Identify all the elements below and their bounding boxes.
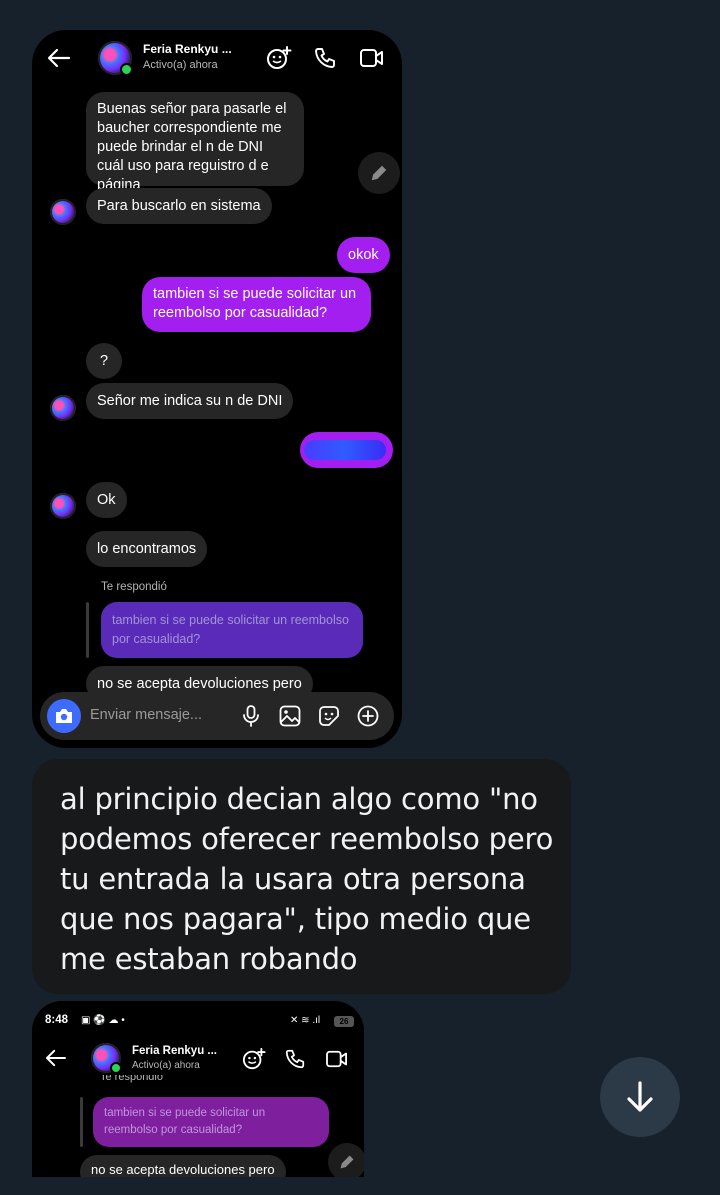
contact-name[interactable]: Feria Renkyu ... — [143, 42, 232, 56]
back-arrow-icon[interactable] — [44, 44, 74, 72]
sticker-icon[interactable] — [317, 704, 341, 728]
gallery-icon[interactable] — [278, 704, 302, 728]
chat-screenshot-1[interactable]: Feria Renkyu ... Activo(a) ahora Buenas … — [32, 30, 402, 748]
message-composer[interactable]: Enviar mensaje... — [40, 692, 394, 740]
signal-icons: ✕ ≋ .ıl — [290, 1015, 321, 1026]
reply-line — [86, 602, 89, 658]
contact-status: Activo(a) ahora — [143, 59, 218, 71]
reply-quote[interactable]: tambien si se puede solicitar un reembol… — [93, 1097, 329, 1147]
message-incoming[interactable]: Buenas señor para pasarle el baucher cor… — [86, 92, 304, 193]
message-outgoing[interactable]: tambien si se puede solicitar un reembol… — [142, 277, 371, 332]
add-icon[interactable] — [356, 704, 380, 728]
camera-icon[interactable] — [47, 699, 81, 733]
notification-icons: ▣ ⚽ ☁ • — [81, 1015, 125, 1026]
reply-label: Te respondió — [100, 1075, 163, 1083]
phone-icon[interactable] — [311, 44, 339, 72]
battery-indicator: 26 — [334, 1016, 354, 1027]
message-outgoing-redacted[interactable] — [300, 432, 393, 468]
message-incoming[interactable]: ? — [86, 343, 123, 379]
chat-header: Feria Renkyu ... Activo(a) ahora — [32, 30, 402, 90]
status-time: 8:48 — [45, 1014, 69, 1026]
scroll-to-bottom-button[interactable] — [600, 1057, 680, 1137]
arrow-down-icon — [624, 1080, 656, 1114]
video-call-icon[interactable] — [323, 1046, 351, 1072]
phone-icon[interactable] — [282, 1046, 308, 1072]
reply-label: Te respondió — [101, 581, 167, 593]
contact-avatar-small — [50, 493, 76, 519]
back-arrow-icon[interactable] — [43, 1046, 69, 1070]
video-call-icon[interactable] — [357, 44, 387, 72]
contact-status: Activo(a) ahora — [132, 1060, 200, 1071]
message-incoming[interactable]: Señor me indica su n de DNI — [86, 383, 294, 419]
reply-line — [80, 1097, 83, 1147]
online-indicator — [120, 63, 133, 76]
online-indicator — [110, 1062, 122, 1074]
chat-screenshot-2[interactable]: 8:48 ▣ ⚽ ☁ • ✕ ≋ .ıl 26 Feria Renkyu ...… — [32, 1001, 364, 1177]
caption-text: al principio decian algo como "no podemo… — [60, 782, 554, 976]
message-incoming[interactable]: no se acepta devoluciones pero — [80, 1155, 286, 1177]
effects-icon[interactable] — [241, 1046, 267, 1072]
edit-icon[interactable] — [358, 152, 400, 194]
caption-message[interactable]: al principio decian algo como "no podemo… — [32, 759, 571, 994]
edit-icon[interactable] — [328, 1143, 364, 1177]
redaction-scribble — [304, 440, 386, 460]
contact-name[interactable]: Feria Renkyu ... — [132, 1045, 217, 1057]
contact-avatar-small — [50, 199, 76, 225]
message-outgoing[interactable]: okok — [337, 237, 390, 273]
microphone-icon[interactable] — [239, 704, 263, 728]
message-incoming[interactable]: Ok — [86, 482, 127, 518]
contact-avatar-small — [50, 395, 76, 421]
message-incoming[interactable]: lo encontramos — [86, 531, 208, 567]
message-incoming[interactable]: Para buscarlo en sistema — [86, 188, 272, 224]
message-input[interactable]: Enviar mensaje... — [90, 707, 202, 723]
effects-icon[interactable] — [265, 44, 293, 72]
reply-quote[interactable]: tambien si se puede solicitar un reembol… — [101, 602, 363, 658]
